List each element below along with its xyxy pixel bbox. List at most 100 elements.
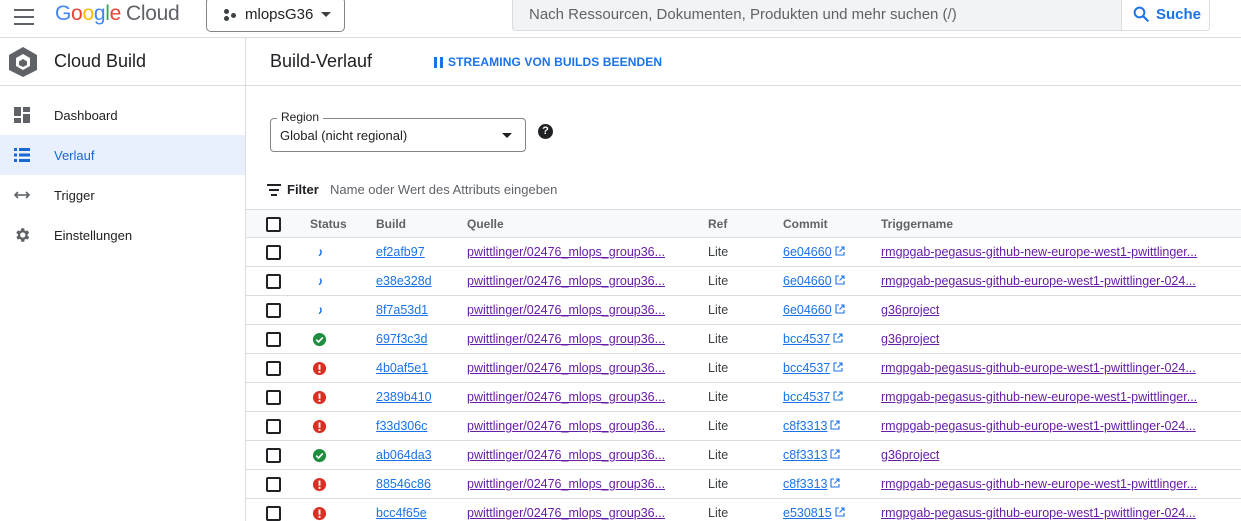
row-checkbox[interactable]	[266, 361, 281, 376]
trigger-name-link[interactable]: rmgpgab-pegasus-github-europe-west1-pwit…	[881, 361, 1196, 375]
external-link-icon	[835, 245, 845, 256]
status-error-icon	[312, 477, 327, 492]
ref-value: Lite	[708, 303, 729, 317]
row-checkbox[interactable]	[266, 303, 281, 318]
main-content: Build-Verlauf STREAMING VON BUILDS BEEND…	[246, 38, 1241, 521]
build-id-link[interactable]: bcc4f65e	[376, 506, 427, 520]
build-id-link[interactable]: ef2afb97	[376, 245, 425, 259]
row-checkbox[interactable]	[266, 448, 281, 463]
commit-hash[interactable]: e530815	[783, 506, 832, 520]
build-id-link[interactable]: 4b0af5e1	[376, 361, 428, 375]
commit-link[interactable]: e530815	[783, 506, 845, 520]
status-error-icon	[312, 419, 327, 434]
source-link[interactable]: pwittlinger/02476_mlops_group36...	[467, 361, 665, 375]
source-link[interactable]: pwittlinger/02476_mlops_group36...	[467, 477, 665, 491]
commit-hash[interactable]: bcc4537	[783, 332, 830, 346]
source-link[interactable]: pwittlinger/02476_mlops_group36...	[467, 332, 665, 346]
trigger-name-link[interactable]: g36project	[881, 303, 939, 317]
column-header-commit[interactable]: Commit	[783, 217, 828, 231]
commit-hash[interactable]: bcc4537	[783, 361, 830, 375]
commit-hash[interactable]: c8f3313	[783, 477, 827, 491]
product-title: Cloud Build	[54, 51, 147, 71]
external-link-icon	[835, 303, 845, 314]
help-icon[interactable]: ?	[538, 124, 553, 139]
select-all-checkbox[interactable]	[266, 217, 281, 232]
row-checkbox[interactable]	[266, 245, 281, 260]
source-link[interactable]: pwittlinger/02476_mlops_group36...	[467, 419, 665, 433]
trigger-name-link[interactable]: rmgpgab-pegasus-github-europe-west1-pwit…	[881, 506, 1196, 520]
source-link[interactable]: pwittlinger/02476_mlops_group36...	[467, 274, 665, 288]
search-input[interactable]: Nach Ressourcen, Dokumenten, Produkten u…	[512, 0, 1122, 31]
sidebar-item-verlauf[interactable]: Verlauf	[0, 135, 245, 175]
source-link[interactable]: pwittlinger/02476_mlops_group36...	[467, 245, 665, 259]
filter-bar: Filter Name oder Wert des Attributs eing…	[246, 171, 1241, 209]
commit-hash[interactable]: 6e04660	[783, 245, 832, 259]
build-id-link[interactable]: f33d306c	[376, 419, 427, 433]
source-link[interactable]: pwittlinger/02476_mlops_group36...	[467, 303, 665, 317]
commit-link[interactable]: 6e04660	[783, 245, 845, 259]
trigger-name-link[interactable]: g36project	[881, 332, 939, 346]
build-id-link[interactable]: 8f7a53d1	[376, 303, 428, 317]
builds-table: Status Build Quelle Ref Commit Triggerna…	[246, 209, 1241, 521]
column-header-trigger[interactable]: Triggername	[881, 217, 953, 231]
table-row: 2389b410 pwittlinger/02476_mlops_group36.…	[246, 383, 1241, 412]
column-header-status[interactable]: Status	[310, 217, 347, 231]
commit-hash[interactable]: c8f3313	[783, 419, 827, 433]
source-link[interactable]: pwittlinger/02476_mlops_group36...	[467, 448, 665, 462]
row-checkbox[interactable]	[266, 390, 281, 405]
pause-icon	[434, 56, 443, 68]
external-link-icon	[833, 390, 843, 401]
trigger-name-link[interactable]: g36project	[881, 448, 939, 462]
trigger-name-link[interactable]: rmgpgab-pegasus-github-new-europe-west1-…	[881, 245, 1197, 259]
commit-link[interactable]: 6e04660	[783, 274, 845, 288]
row-checkbox[interactable]	[266, 477, 281, 492]
dropdown-arrow-icon	[502, 133, 512, 138]
project-selector[interactable]: mlopsG36	[206, 0, 345, 32]
search-button[interactable]: Suche	[1121, 0, 1210, 31]
status-success-icon	[312, 332, 327, 347]
column-header-source[interactable]: Quelle	[467, 217, 504, 231]
main-menu-icon[interactable]	[12, 5, 36, 29]
sidebar-item-trigger[interactable]: Trigger	[0, 175, 245, 215]
commit-link[interactable]: bcc4537	[783, 361, 843, 375]
commit-link[interactable]: bcc4537	[783, 390, 843, 404]
trigger-name-link[interactable]: rmgpgab-pegasus-github-new-europe-west1-…	[881, 390, 1197, 404]
sidebar-item-einstellungen[interactable]: Einstellungen	[0, 215, 245, 255]
commit-hash[interactable]: bcc4537	[783, 390, 830, 404]
external-link-icon	[833, 361, 843, 372]
region-select[interactable]: Region Global (nicht regional)	[270, 110, 526, 152]
commit-link[interactable]: bcc4537	[783, 332, 843, 346]
build-id-link[interactable]: 88546c86	[376, 477, 431, 491]
commit-link[interactable]: c8f3313	[783, 477, 841, 491]
row-checkbox[interactable]	[266, 419, 281, 434]
ref-value: Lite	[708, 448, 729, 462]
region-value: Global (nicht regional)	[280, 128, 408, 143]
row-checkbox[interactable]	[266, 506, 281, 521]
trigger-name-link[interactable]: rmgpgab-pegasus-github-europe-west1-pwit…	[881, 419, 1196, 433]
commit-link[interactable]: c8f3313	[783, 448, 841, 462]
commit-hash[interactable]: 6e04660	[783, 274, 832, 288]
commit-hash[interactable]: c8f3313	[783, 448, 827, 462]
column-header-ref[interactable]: Ref	[708, 217, 727, 231]
build-id-link[interactable]: ab064da3	[376, 448, 432, 462]
build-id-link[interactable]: e38e328d	[376, 274, 432, 288]
trigger-name-link[interactable]: rmgpgab-pegasus-github-new-europe-west1-…	[881, 477, 1197, 491]
table-row: 88546c86 pwittlinger/02476_mlops_group36.…	[246, 470, 1241, 499]
build-id-link[interactable]: 2389b410	[376, 390, 432, 404]
row-checkbox[interactable]	[266, 332, 281, 347]
commit-hash[interactable]: 6e04660	[783, 303, 832, 317]
google-cloud-logo[interactable]: Google Cloud	[55, 2, 180, 26]
source-link[interactable]: pwittlinger/02476_mlops_group36...	[467, 506, 665, 520]
commit-link[interactable]: c8f3313	[783, 419, 841, 433]
stop-streaming-button[interactable]: STREAMING VON BUILDS BEENDEN	[434, 55, 662, 69]
arrows-icon	[13, 191, 31, 199]
source-link[interactable]: pwittlinger/02476_mlops_group36...	[467, 390, 665, 404]
sidebar-item-dashboard[interactable]: Dashboard	[0, 95, 245, 135]
build-id-link[interactable]: 697f3c3d	[376, 332, 427, 346]
commit-link[interactable]: 6e04660	[783, 303, 845, 317]
filter-icon[interactable]	[267, 184, 281, 196]
row-checkbox[interactable]	[266, 274, 281, 289]
trigger-name-link[interactable]: rmgpgab-pegasus-github-europe-west1-pwit…	[881, 274, 1196, 288]
filter-input[interactable]: Name oder Wert des Attributs eingeben	[330, 182, 557, 197]
column-header-build[interactable]: Build	[376, 217, 406, 231]
